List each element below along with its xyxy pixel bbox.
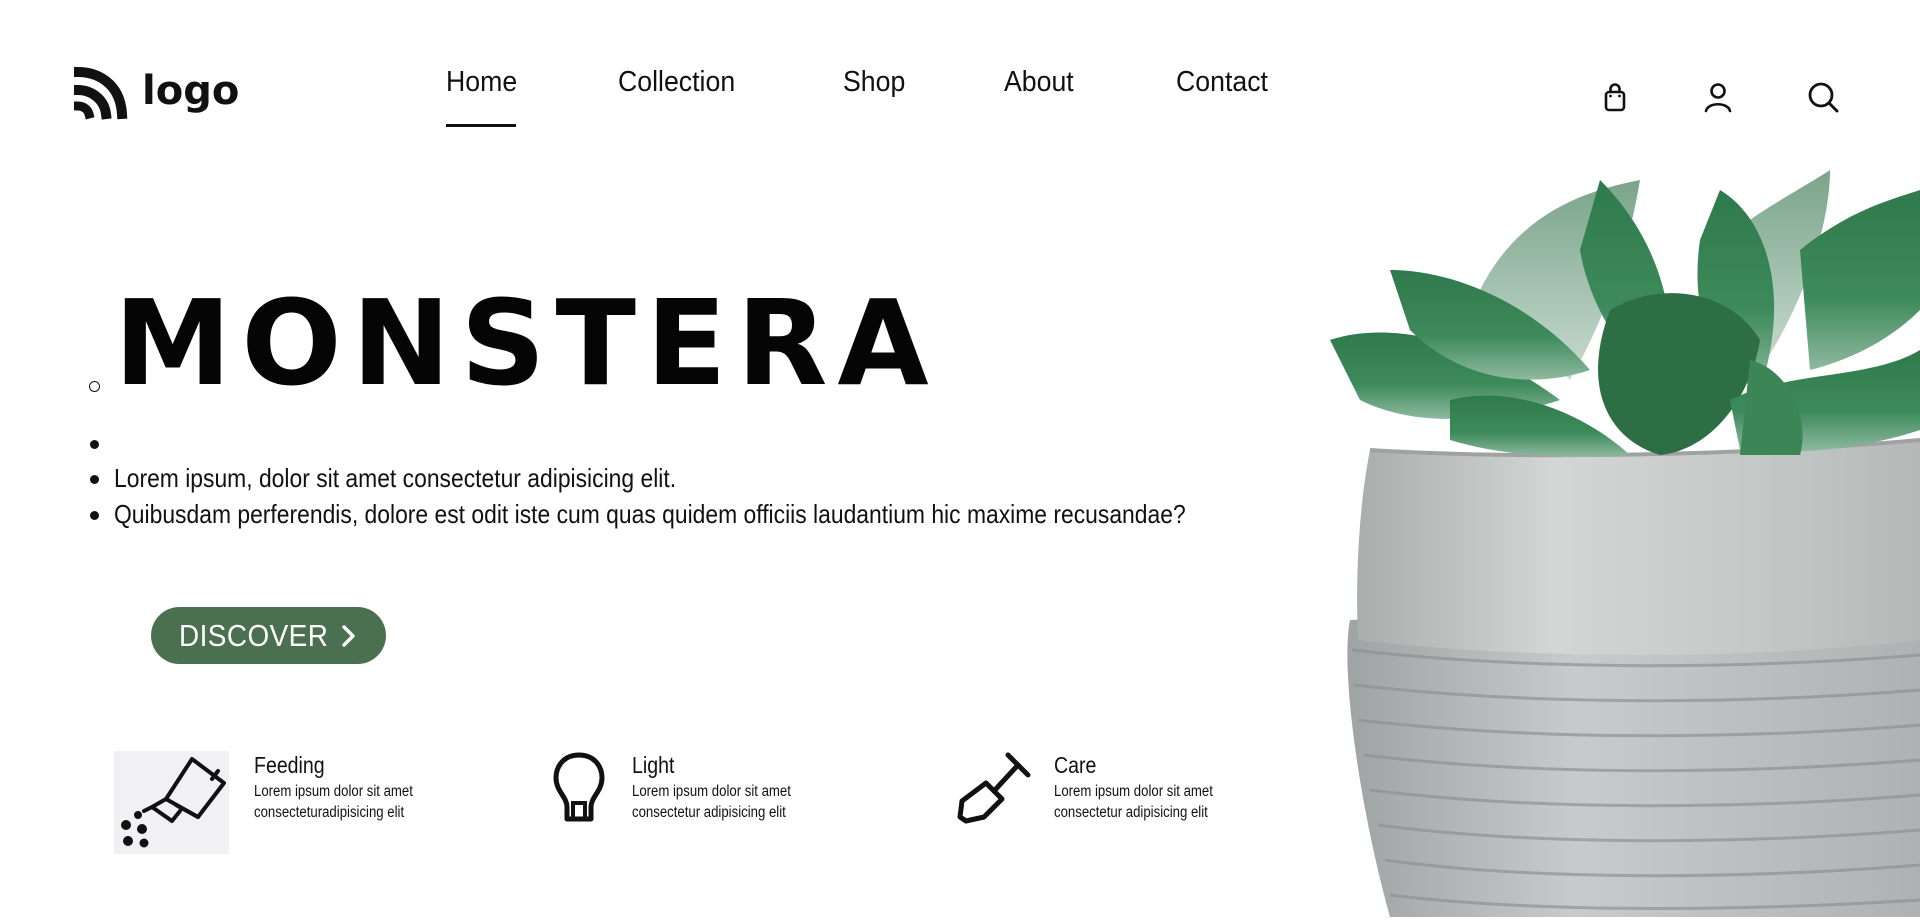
nav-shop[interactable]: Shop xyxy=(843,66,905,99)
nav-collection[interactable]: Collection xyxy=(618,66,735,99)
shopping-bag-icon[interactable] xyxy=(1598,80,1632,114)
nav-home[interactable]: Home xyxy=(446,66,517,99)
feature-desc-line: Lorem ipsum dolor sit amet xyxy=(1054,783,1213,800)
feature-desc-line: consecteturadipisicing elit xyxy=(254,804,405,821)
succulent-pot-image xyxy=(1330,170,1920,917)
feature-title-feeding: Feeding xyxy=(254,752,325,778)
nav-contact[interactable]: Contact xyxy=(1176,66,1268,99)
search-icon[interactable] xyxy=(1806,80,1840,114)
feature-desc-care: Lorem ipsum dolor sit amet consectetur a… xyxy=(1054,781,1250,823)
discover-button[interactable]: DISCOVER xyxy=(151,607,386,664)
user-icon[interactable] xyxy=(1701,80,1735,114)
discover-label: DISCOVER xyxy=(179,617,329,653)
feature-desc-line: consectetur adipisicing elit xyxy=(632,804,786,821)
hero-title: MONSTERA xyxy=(114,274,939,412)
chevron-right-icon xyxy=(342,625,355,647)
feature-desc-line: consectetur adipisicing elit xyxy=(1054,804,1208,821)
nav-active-underline xyxy=(446,124,516,127)
feature-title-light: Light xyxy=(632,752,675,778)
shovel-icon xyxy=(956,751,1032,827)
logo-icon xyxy=(74,66,128,120)
list-bullet xyxy=(90,511,99,520)
feature-desc-line: Lorem ipsum dolor sit amet xyxy=(632,783,791,800)
feature-desc-light: Lorem ipsum dolor sit amet consectetur a… xyxy=(632,781,828,823)
logo-text: logo xyxy=(142,68,240,114)
nav-about[interactable]: About xyxy=(1004,66,1074,99)
list-bullet xyxy=(90,475,99,484)
title-list-marker xyxy=(89,381,100,392)
hero-bullet-2: Quibusdam perferendis, dolore est odit i… xyxy=(114,499,1186,529)
hero-bullet-1: Lorem ipsum, dolor sit amet consectetur … xyxy=(114,463,677,493)
watering-can-icon xyxy=(114,751,229,854)
list-bullet xyxy=(90,440,99,449)
feature-title-care: Care xyxy=(1054,752,1097,778)
feature-desc-line: Lorem ipsum dolor sit amet xyxy=(254,783,413,800)
feature-desc-feeding: Lorem ipsum dolor sit amet consecteturad… xyxy=(254,781,450,823)
logo[interactable]: logo xyxy=(74,66,239,120)
light-bulb-icon xyxy=(552,751,606,825)
